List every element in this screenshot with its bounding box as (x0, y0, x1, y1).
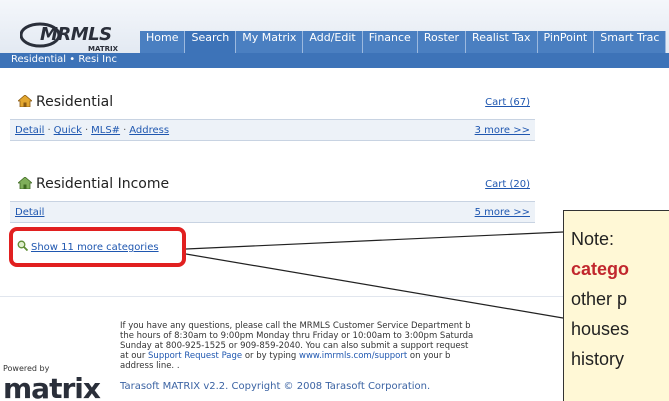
link-address[interactable]: Address (129, 125, 169, 136)
nav-realist-tax[interactable]: Realist Tax (466, 31, 538, 53)
panel-bar-residential: Detail · Quick · MLS# · Address 3 more >> (10, 119, 535, 141)
panel-bar-residential-income: Detail 5 more >> (10, 201, 535, 223)
link-detail[interactable]: Detail (15, 125, 44, 136)
note-line-5: history (571, 349, 625, 369)
support-url-link[interactable]: www.imrmls.com/support (299, 351, 407, 361)
support-line-4-post: on your b (407, 351, 451, 361)
nav-search[interactable]: Search (185, 31, 237, 53)
support-message: If you have any questions, please call t… (120, 321, 560, 371)
panel-residential: Residential Cart (67) Detail · Quick · MLS# ·… (10, 88, 535, 148)
separator: · (123, 125, 127, 136)
breadcrumb[interactable]: Residential • Resi Inc (11, 53, 117, 67)
note-bold: catego (571, 259, 630, 279)
panel-title-residential[interactable]: Residential (18, 94, 113, 110)
matrix-window: MRMLS MATRIX Home Search My Matrix Add/E… (0, 0, 669, 401)
support-line-2: the hours of 8:30am to 9:00pm Monday thr… (120, 331, 474, 341)
support-line-4: at our Support Request Page or by typing… (120, 351, 560, 361)
note-callout: Note: catego other p houses history (563, 210, 669, 401)
link-mls-number[interactable]: MLS# (91, 125, 120, 136)
house-income-icon (18, 177, 32, 189)
cart-link-residential-income[interactable]: Cart (20) (485, 179, 530, 190)
support-line-4-pre: at our (120, 351, 149, 361)
note-label: Note: (571, 229, 615, 249)
panel-title-text: Residential (36, 94, 114, 110)
nav-finance[interactable]: Finance (362, 31, 418, 53)
nav-pinpoint[interactable]: PinPoint (537, 31, 595, 53)
mrmls-logo[interactable]: MRMLS MATRIX (20, 22, 132, 53)
note-line-3: other p (571, 289, 628, 309)
nav-smart-track[interactable]: Smart Trac (594, 31, 667, 53)
separator: · (47, 125, 51, 136)
more-link-residential-income[interactable]: 5 more >> (475, 207, 530, 218)
note-line-4: houses (571, 319, 630, 339)
nav-add-edit[interactable]: Add/Edit (303, 31, 363, 53)
nav-home[interactable]: Home (140, 31, 186, 53)
logo-text: MRMLS (40, 24, 112, 45)
cart-link-residential[interactable]: Cart (67) (485, 97, 530, 108)
breadcrumb-bar: Residential • Resi Inc (0, 53, 669, 68)
link-detail[interactable]: Detail (15, 207, 44, 218)
nav-my-matrix[interactable]: My Matrix (236, 31, 304, 53)
search-links-residential: Detail · Quick · MLS# · Address (15, 125, 169, 136)
support-line-3: Sunday at 800-925-1525 or 909-859-2040. … (120, 341, 469, 351)
separator: · (84, 125, 89, 136)
panel-title-text: Residential Income (36, 176, 170, 192)
support-line-4-mid: or by typing (242, 351, 299, 361)
panel-residential-income: Residential Income Cart (20) Detail 5 mo… (10, 170, 535, 230)
copyright: Tarasoft MATRIX v2.2. Copyright © 2008 T… (120, 381, 431, 392)
support-line-1: If you have any questions, please call t… (120, 321, 471, 331)
matrix-logo: matrix (3, 372, 101, 401)
highlight-box (9, 227, 186, 267)
panel-title-residential-income[interactable]: Residential Income (18, 176, 169, 192)
note-text: Note: catego other p houses history (571, 224, 669, 374)
house-icon (18, 95, 32, 107)
search-links-residential-income: Detail (15, 207, 44, 218)
nav-roster[interactable]: Roster (417, 31, 467, 53)
logo-subtext: MATRIX (88, 45, 119, 53)
more-link-residential[interactable]: 3 more >> (475, 125, 530, 136)
link-quick[interactable]: Quick (54, 125, 82, 136)
support-request-link[interactable]: Support Request Page (148, 351, 242, 361)
support-line-5: address line. . (120, 361, 180, 371)
main-nav: Home Search My Matrix Add/Edit Finance R… (140, 31, 667, 53)
